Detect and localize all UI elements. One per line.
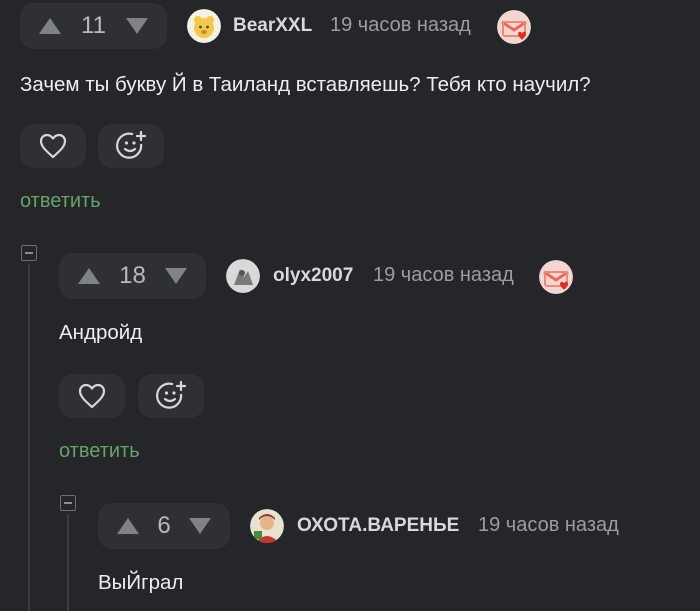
vote-pill: 18 <box>59 253 206 299</box>
downvote-icon[interactable] <box>162 265 190 287</box>
downvote-icon[interactable] <box>123 15 151 37</box>
vote-count: 11 <box>81 12 106 39</box>
like-button[interactable] <box>59 374 125 418</box>
add-reaction-button[interactable] <box>138 374 204 418</box>
thread-line <box>28 264 30 611</box>
comment-text: Зачем ты букву Й в Таиланд вставляешь? Т… <box>20 73 591 96</box>
thread-line <box>67 514 69 611</box>
heart-award-icon[interactable] <box>497 10 531 44</box>
add-emoji-icon <box>156 380 187 409</box>
heart-award-icon[interactable] <box>539 260 573 294</box>
timestamp: 19 часов назад <box>373 264 514 286</box>
vote-pill: 6 <box>98 503 230 549</box>
vote-count: 6 <box>157 512 171 539</box>
upvote-icon[interactable] <box>114 515 142 537</box>
upvote-icon[interactable] <box>75 265 103 287</box>
heart-icon <box>78 383 106 409</box>
timestamp: 19 часов назад <box>330 14 471 36</box>
avatar[interactable] <box>187 9 221 43</box>
vote-pill: 11 <box>20 3 167 49</box>
collapse-thread-button[interactable] <box>60 495 76 511</box>
add-emoji-icon <box>116 130 147 159</box>
username[interactable]: ОХОТА.ВАРЕНЬЕ <box>297 515 459 537</box>
collapse-thread-button[interactable] <box>21 245 37 261</box>
avatar[interactable] <box>226 259 260 293</box>
downvote-icon[interactable] <box>186 515 214 537</box>
reply-link[interactable]: ответить <box>20 190 101 213</box>
username[interactable]: olyx2007 <box>273 265 353 287</box>
vote-count: 18 <box>119 262 146 289</box>
username[interactable]: BearXXL <box>233 15 312 37</box>
like-button[interactable] <box>20 124 86 168</box>
avatar[interactable] <box>250 509 284 543</box>
comment-text: Андройд <box>59 321 143 344</box>
reply-link[interactable]: ответить <box>59 440 140 463</box>
upvote-icon[interactable] <box>36 15 64 37</box>
timestamp: 19 часов назад <box>478 514 619 536</box>
heart-icon <box>39 133 67 159</box>
comment-text: ВыЙграл <box>98 571 184 594</box>
add-reaction-button[interactable] <box>98 124 164 168</box>
